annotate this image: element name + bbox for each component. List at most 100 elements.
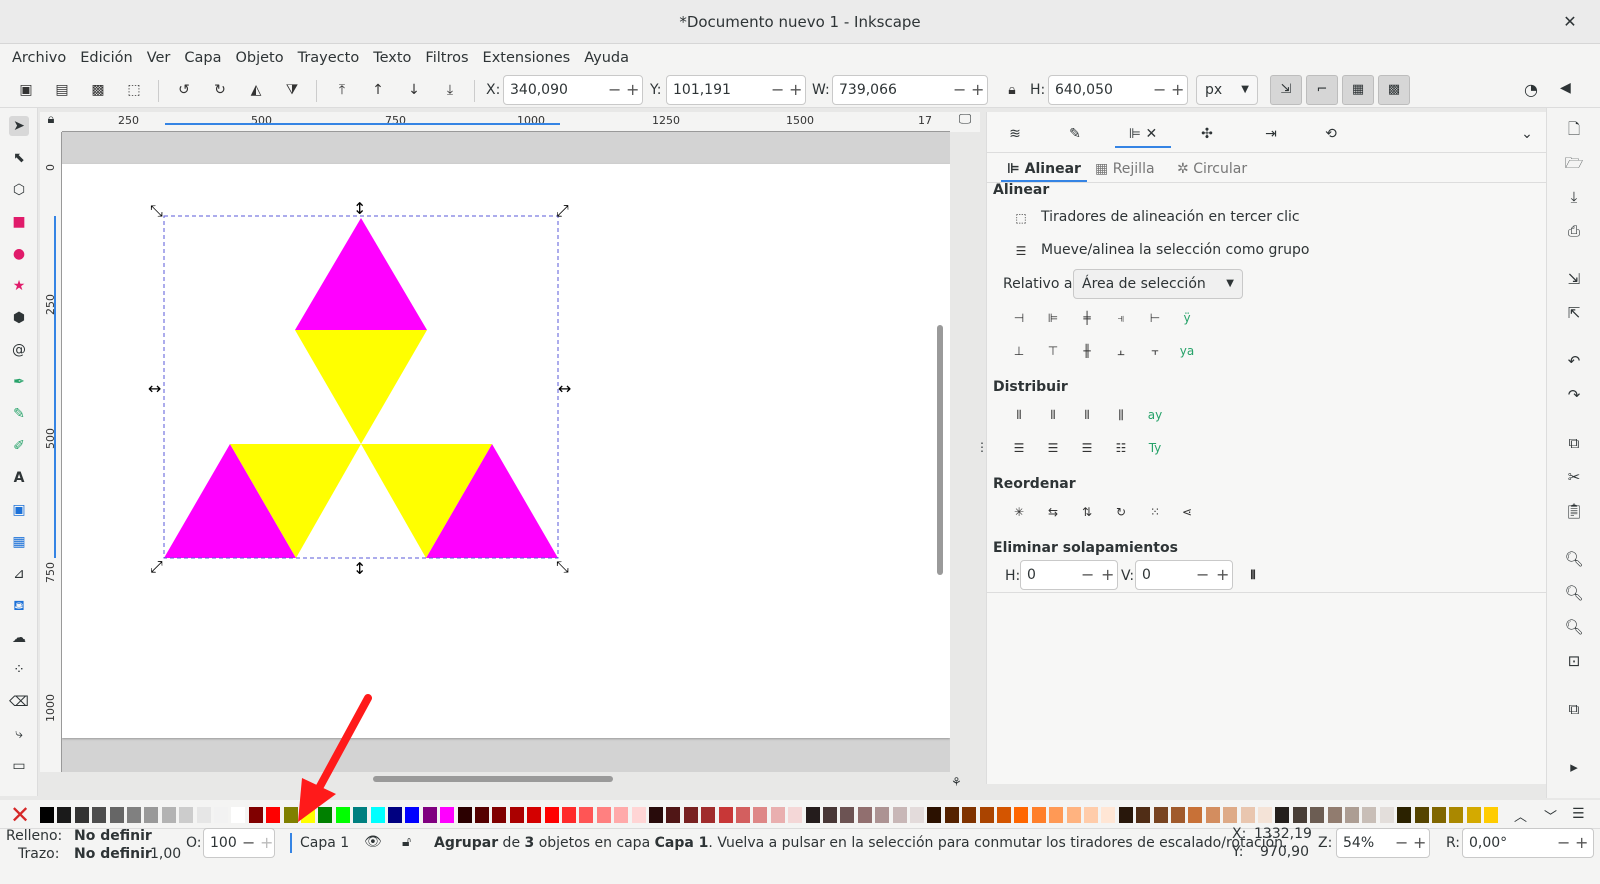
color-swatch[interactable]: [666, 807, 681, 823]
distribute-text-anchors-h-icon[interactable]: ay: [1145, 405, 1165, 425]
zoom-selection-icon[interactable]: 🔍︎: [1563, 548, 1585, 570]
tweak-tool-icon[interactable]: ☁: [9, 628, 29, 648]
w-minus-button[interactable]: −: [953, 76, 966, 104]
w-plus-button[interactable]: +: [971, 76, 984, 104]
color-swatch[interactable]: [875, 807, 890, 823]
layer-visibility-icon[interactable]: 👁︎: [364, 834, 382, 850]
raise-icon[interactable]: ↑: [368, 80, 388, 100]
color-swatch[interactable]: [1466, 807, 1481, 823]
open-icon[interactable]: 🗁︎: [1563, 152, 1585, 174]
exchange-clockwise-icon[interactable]: ↻: [1111, 502, 1131, 522]
color-swatch[interactable]: [770, 807, 785, 823]
distribute-gaps-h-icon[interactable]: ⫼: [1111, 405, 1131, 425]
color-swatch[interactable]: [1345, 807, 1359, 823]
undo-history-tab-icon[interactable]: ⟲: [1317, 120, 1345, 148]
y-plus-button[interactable]: +: [789, 76, 802, 104]
h-plus-button[interactable]: +: [1171, 76, 1184, 104]
overlap-v-plus[interactable]: +: [1216, 561, 1229, 589]
color-swatch[interactable]: [579, 807, 594, 823]
zoom-page-icon[interactable]: 🔍︎: [1563, 616, 1585, 638]
color-swatch[interactable]: [144, 807, 159, 823]
color-swatch[interactable]: [562, 807, 576, 823]
color-swatch[interactable]: [1049, 807, 1064, 823]
h-field[interactable]: 640,050 − +: [1048, 75, 1188, 105]
relative-select[interactable]: Área de selección ▼: [1073, 269, 1243, 299]
color-management-icon[interactable]: ⚘: [951, 775, 962, 789]
color-swatch[interactable]: [788, 807, 803, 823]
color-swatch[interactable]: [92, 807, 107, 823]
color-swatch[interactable]: [179, 807, 194, 823]
distribute-center-h-icon[interactable]: ⫴: [1043, 405, 1063, 425]
handle-ne-icon[interactable]: ⤢: [556, 201, 569, 220]
align-right-edge-icon[interactable]: ⊣: [1009, 308, 1029, 328]
overlap-h-minus[interactable]: −: [1081, 561, 1094, 589]
rotation-field[interactable]: 0,00° − +: [1462, 828, 1594, 858]
flip-vertical-icon[interactable]: ⧩: [282, 80, 302, 100]
rotation-plus[interactable]: +: [1575, 829, 1588, 857]
option-move-as-group[interactable]: Mueve/alinea la selección como grupo: [1041, 242, 1309, 258]
color-swatch[interactable]: [1084, 807, 1098, 823]
color-swatch[interactable]: [1275, 807, 1290, 823]
3d-box-tool-icon[interactable]: ⬢: [9, 308, 29, 328]
color-swatch[interactable]: [475, 807, 489, 823]
palette-menu-icon[interactable]: ☰: [1572, 806, 1585, 822]
color-swatch[interactable]: [231, 807, 246, 823]
layer-lock-icon[interactable]: 🔓︎: [402, 834, 411, 850]
unclump-icon[interactable]: ⋖: [1177, 502, 1197, 522]
color-swatch[interactable]: [596, 807, 611, 823]
copy-icon[interactable]: ⧉: [1563, 432, 1585, 454]
color-swatch[interactable]: [544, 807, 559, 823]
color-swatch[interactable]: [962, 807, 977, 823]
y-field[interactable]: 101,191 − +: [666, 75, 806, 105]
align-handles-icon[interactable]: ⬚: [1011, 208, 1031, 228]
fill-stroke-tab-icon[interactable]: ✎: [1061, 120, 1089, 148]
paste-icon[interactable]: 📋︎: [1563, 500, 1585, 522]
color-swatch[interactable]: [1240, 807, 1255, 823]
select-same-icon[interactable]: ⬚: [124, 80, 144, 100]
color-swatch[interactable]: [1066, 807, 1081, 823]
color-swatch[interactable]: [1414, 807, 1429, 823]
color-swatch[interactable]: [527, 807, 542, 823]
print-icon[interactable]: ⎙: [1563, 220, 1585, 242]
handle-sw-icon[interactable]: ⤢: [150, 557, 163, 576]
color-swatch[interactable]: [1014, 807, 1029, 823]
cut-icon[interactable]: ✂: [1563, 466, 1585, 488]
color-swatch[interactable]: [266, 807, 281, 823]
tab-alinear[interactable]: ⊫ Alinear: [1001, 156, 1087, 182]
option-align-handles[interactable]: Tiradores de alineación en tercer clic: [1041, 209, 1300, 225]
gradient-tool-icon[interactable]: ▣: [9, 500, 29, 520]
overlap-v-field[interactable]: 0 − +: [1135, 560, 1233, 590]
color-swatch[interactable]: [405, 807, 420, 823]
center-vertical-axis-icon[interactable]: ╪: [1077, 308, 1097, 328]
h-minus-button[interactable]: −: [1153, 76, 1166, 104]
canvas[interactable]: ⤡ ↕ ⤢ ↔ ↔ ⤢ ↕ ⤡: [62, 132, 950, 772]
distribute-text-anchors-v-icon[interactable]: Ty: [1145, 438, 1165, 458]
vertical-scrollbar[interactable]: [937, 325, 943, 575]
color-swatch[interactable]: [649, 807, 663, 823]
mesh-tool-icon[interactable]: ▦: [9, 532, 29, 552]
close-icon[interactable]: ✕: [1558, 10, 1582, 34]
handle-nw-icon[interactable]: ⤡: [150, 201, 163, 220]
handle-n-icon[interactable]: ↕: [353, 199, 366, 218]
horizontal-scrollbar[interactable]: [373, 776, 613, 782]
rotation-minus[interactable]: −: [1557, 829, 1570, 857]
randomize-icon[interactable]: ⁙: [1145, 502, 1165, 522]
paint-bucket-tool-icon[interactable]: ⛾: [9, 596, 29, 616]
color-swatch[interactable]: [1292, 807, 1307, 823]
color-swatch[interactable]: [805, 807, 820, 823]
align-tab-icon[interactable]: ⊫ ✕: [1115, 120, 1171, 148]
save-icon[interactable]: ⤓: [1563, 186, 1585, 208]
snap-toggle-icon[interactable]: ◔: [1524, 80, 1538, 99]
import-icon[interactable]: ⇲: [1563, 268, 1585, 290]
color-swatch[interactable]: [509, 807, 524, 823]
lower-to-bottom-icon[interactable]: ⤓: [440, 80, 460, 100]
remove-overlaps-icon[interactable]: ⦀: [1243, 565, 1263, 585]
color-swatch[interactable]: [492, 807, 507, 823]
opacity-field[interactable]: 100 − +: [203, 828, 275, 858]
star-tool-icon[interactable]: ★: [9, 276, 29, 296]
color-swatch[interactable]: [857, 807, 872, 823]
color-swatch[interactable]: [388, 807, 402, 823]
color-swatch[interactable]: [127, 807, 141, 823]
pencil-tool-icon[interactable]: ✎: [9, 404, 29, 424]
color-swatch[interactable]: [736, 807, 750, 823]
